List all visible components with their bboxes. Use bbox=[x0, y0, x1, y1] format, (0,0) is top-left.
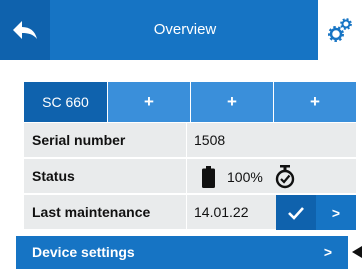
gears-icon bbox=[328, 18, 352, 42]
device-settings-label: Device settings bbox=[32, 244, 135, 260]
back-button[interactable] bbox=[0, 0, 50, 60]
last-maintenance-row: Last maintenance 14.01.22 > bbox=[24, 194, 356, 230]
last-maintenance-value: 14.01.22 bbox=[194, 204, 249, 220]
battery-level: 100% bbox=[227, 168, 263, 185]
row-divider bbox=[186, 195, 187, 230]
device-settings-button[interactable]: Device settings > bbox=[16, 236, 348, 269]
tab-sc660[interactable]: SC 660 bbox=[24, 82, 107, 122]
serial-number-label: Serial number bbox=[32, 132, 126, 148]
settings-button[interactable] bbox=[318, 0, 362, 60]
timer-check-icon bbox=[275, 164, 295, 188]
maintenance-details-button[interactable]: > bbox=[316, 195, 356, 230]
serial-number-row: Serial number 1508 bbox=[24, 122, 356, 158]
status-row: Status 100% bbox=[24, 158, 356, 194]
back-arrow-icon bbox=[13, 21, 37, 39]
status-label: Status bbox=[32, 168, 75, 184]
last-maintenance-label: Last maintenance bbox=[32, 204, 151, 220]
row-divider bbox=[186, 123, 187, 158]
pointer-arrow-icon bbox=[352, 246, 362, 258]
status-indicators: 100% bbox=[202, 159, 295, 194]
top-bar: Overview bbox=[0, 0, 362, 60]
tab-add-device-3[interactable]: + bbox=[273, 82, 356, 122]
device-tabs: SC 660 + + + bbox=[24, 82, 356, 122]
device-panel: SC 660 + + + Serial number 1508 Status 1… bbox=[16, 64, 359, 264]
tab-add-device-2[interactable]: + bbox=[190, 82, 273, 122]
tab-add-device-1[interactable]: + bbox=[107, 82, 190, 122]
confirm-maintenance-button[interactable] bbox=[276, 195, 316, 230]
row-divider bbox=[186, 159, 187, 194]
chevron-right-icon: > bbox=[323, 244, 332, 260]
serial-number-value: 1508 bbox=[194, 132, 226, 148]
page-title: Overview bbox=[153, 21, 217, 38]
battery-full-icon bbox=[202, 165, 215, 188]
checkmark-icon bbox=[288, 206, 304, 220]
